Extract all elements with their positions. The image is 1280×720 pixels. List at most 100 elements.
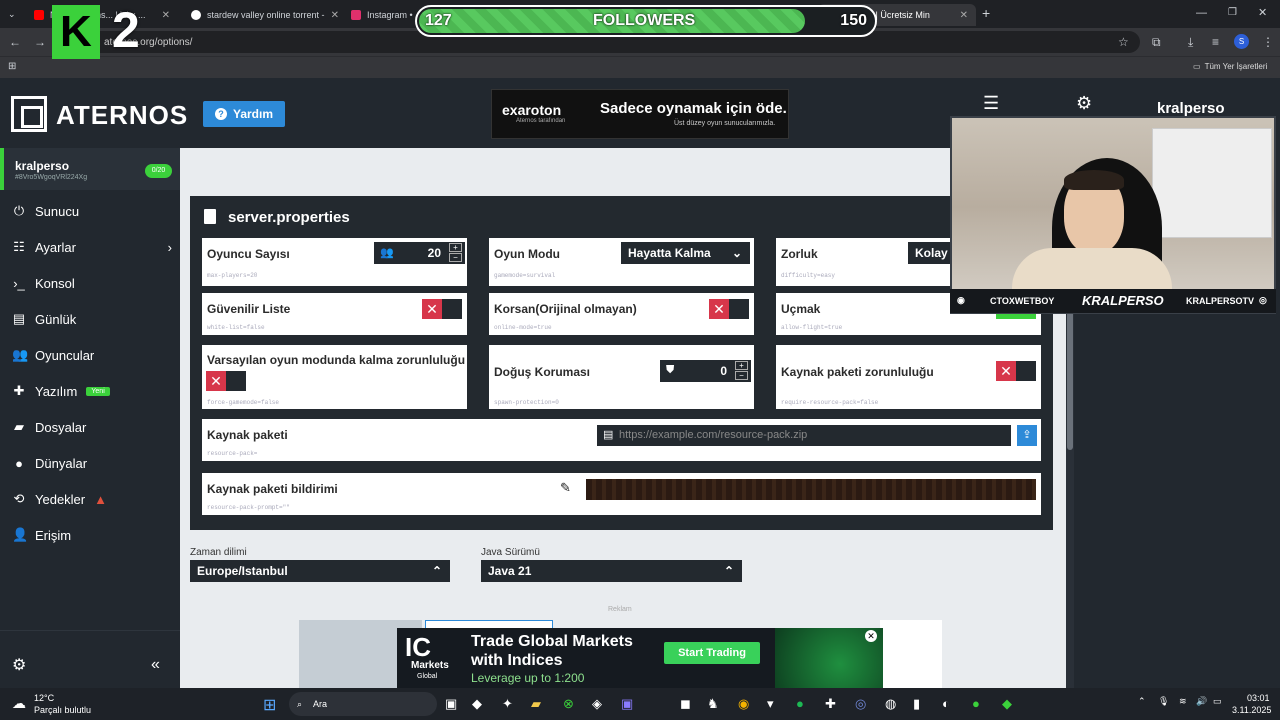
close-icon[interactable]: ✕ <box>960 10 968 21</box>
puzzle-icon: ✚ <box>13 383 25 398</box>
scroll-thumb[interactable] <box>1067 310 1073 450</box>
header-username[interactable]: kralperso <box>1157 100 1225 117</box>
chrome-icon[interactable]: ◉ <box>738 696 749 712</box>
increment-button[interactable]: + <box>735 361 748 370</box>
sidebar-item-yazilim[interactable]: ✚ Yazılım Yeni <box>12 379 110 403</box>
file-explorer-icon[interactable]: ▰ <box>531 696 541 712</box>
file-icon: ▤ <box>603 429 614 441</box>
menu-icon[interactable]: ⋮ <box>1262 35 1274 49</box>
settings-gear-icon[interactable]: ⚙ <box>12 658 26 674</box>
weather-temp[interactable]: 12°C <box>34 693 54 703</box>
collapse-sidebar-icon[interactable]: « <box>151 657 160 673</box>
windows-start-icon[interactable]: ⊞ <box>263 695 276 715</box>
timezone-select[interactable]: Europe/Istanbul ⌃ <box>190 560 450 582</box>
premiere-icon[interactable]: ▣ <box>621 696 633 712</box>
mic-icon[interactable]: 🎙 <box>1158 696 1169 707</box>
bookmark-star-icon[interactable]: ☆ <box>1118 35 1129 49</box>
tab-instagram[interactable]: Instagram • M <box>343 4 415 26</box>
clock-date[interactable]: 3.11.2025 <box>1232 705 1271 715</box>
app-icon[interactable]: ✚ <box>825 696 836 712</box>
upload-button[interactable]: ⇪ <box>1017 425 1037 446</box>
sidebar-item-sunucu[interactable]: ⏻ Sunucu <box>12 199 79 223</box>
app-icon[interactable]: ◆ <box>1002 696 1012 712</box>
sidebar-item-konsol[interactable]: ›_ Konsol <box>12 271 75 295</box>
app-icon[interactable]: ● <box>972 696 980 711</box>
media-icon[interactable]: ≡ <box>1212 35 1219 49</box>
require-pack-toggle[interactable]: ✕ <box>996 361 1036 381</box>
close-icon[interactable]: ✕ <box>162 10 170 21</box>
app-icon[interactable]: ▾ <box>767 696 774 712</box>
sidebar-item-oyuncular[interactable]: 👥 Oyuncular <box>12 343 94 367</box>
gamemode-select[interactable]: Hayatta Kalma ⌄ <box>621 242 750 264</box>
online-mode-toggle[interactable]: ✕ <box>709 299 749 319</box>
minecraft-icon[interactable]: ◼ <box>680 696 691 712</box>
back-icon[interactable]: ← <box>9 35 21 49</box>
obs-icon[interactable]: ◍ <box>885 696 896 712</box>
resource-pack-input[interactable]: ▤ https://example.com/resource-pack.zip <box>597 425 1011 446</box>
app-icon[interactable]: ◈ <box>592 696 602 712</box>
sidebar-item-ayarlar[interactable]: ☷ Ayarlar › <box>12 235 172 259</box>
close-icon[interactable]: ✕ <box>331 10 339 21</box>
app-icon[interactable]: ♞ <box>707 696 719 712</box>
sidebar-item-dunyalar[interactable]: ● Dünyalar <box>12 451 87 475</box>
copilot-icon[interactable]: ✦ <box>502 696 513 712</box>
tab-list-icon[interactable]: ⌄ <box>8 7 16 21</box>
wifi-icon[interactable]: ≋ <box>1179 696 1187 707</box>
volume-icon[interactable]: 🔊 <box>1196 696 1207 707</box>
profile-avatar[interactable]: S <box>1234 34 1249 49</box>
weather-desc[interactable]: Parçalı bulutlu <box>34 705 91 715</box>
exaroton-ad[interactable]: exaroton Aternos tarafından Sadece oynam… <box>491 89 789 139</box>
new-tab-icon[interactable]: + <box>982 6 990 20</box>
decrement-button[interactable]: − <box>449 253 462 262</box>
globe-icon: ● <box>15 455 23 471</box>
sidebar-item-erisim[interactable]: 👤 Erişim <box>12 523 71 547</box>
taskbar-search[interactable]: ⌕ Ara <box>289 692 437 716</box>
setting-label: Varsayılan oyun modunda kalma zorunluluğ… <box>207 353 466 367</box>
servers-icon[interactable]: ☰ <box>983 94 999 112</box>
account-id: #8Vro5WgoqVRl224Xg <box>15 174 88 181</box>
xbox-icon[interactable]: ⊗ <box>563 696 574 712</box>
max-players-stepper[interactable]: 👥 20 + − <box>374 242 465 264</box>
brand-name[interactable]: ATERNOS <box>56 100 188 131</box>
setting-label: Kaynak paketi zorunluluğu <box>781 365 934 379</box>
discord-icon[interactable]: ◎ <box>855 696 866 712</box>
increment-button[interactable]: + <box>449 243 462 252</box>
battery-icon[interactable]: ▭ <box>1213 696 1222 707</box>
apps-icon[interactable]: ⊞ <box>8 60 16 74</box>
download-icon[interactable]: ⤓ <box>1188 35 1193 49</box>
close-window-icon[interactable]: ✕ <box>1258 6 1267 20</box>
task-view-icon[interactable]: ▣ <box>445 696 457 712</box>
user-settings-icon[interactable]: ⚙ <box>1076 94 1092 112</box>
start-trading-button[interactable]: Start Trading <box>664 642 760 664</box>
forward-icon[interactable]: → <box>34 35 46 49</box>
whitelist-toggle[interactable]: ✕ <box>422 299 462 319</box>
force-gamemode-toggle[interactable]: ✕ <box>206 371 246 391</box>
steam-icon[interactable]: ◐ <box>942 696 950 711</box>
sidebar-item-dosyalar[interactable]: ▰ Dosyalar <box>12 415 86 439</box>
stepper-value: 0 <box>720 364 727 378</box>
decrement-button[interactable]: − <box>735 371 748 380</box>
ic-markets-ad[interactable]: IC Markets Global Trade Global Markets w… <box>397 628 883 688</box>
spotify-icon[interactable]: ● <box>796 696 804 711</box>
clock-time[interactable]: 03:01 <box>1247 693 1270 703</box>
tab-stardew[interactable]: stardew valley online torrent - ✕ <box>183 4 341 26</box>
chevron-up-icon: ⌃ <box>431 564 442 578</box>
sidebar-item-gunluk[interactable]: ▤ Günlük <box>12 307 76 331</box>
java-select[interactable]: Java 21 ⌃ <box>481 560 742 582</box>
restore-icon[interactable]: ❐ <box>1228 6 1237 20</box>
sidebar-item-yedekler[interactable]: ⟲ Yedekler ▲ <box>12 487 107 511</box>
tray-chevron-icon[interactable]: ⌃ <box>1138 696 1146 707</box>
max-players-card: Oyuncu Sayısı 👥 20 + − max-players=20 <box>202 238 467 286</box>
aternos-logo-icon[interactable] <box>11 96 47 132</box>
pencil-icon[interactable]: ✎ <box>560 480 571 496</box>
app-icon[interactable]: ▮ <box>913 696 920 712</box>
ad-close-icon[interactable]: ✕ <box>865 630 877 642</box>
minimize-icon[interactable]: — <box>1196 6 1207 20</box>
spawn-protection-stepper[interactable]: ⛊ 0 + − <box>660 360 751 382</box>
account-box[interactable]: kralperso #8Vro5WgoqVRl224Xg 0/20 <box>0 148 180 190</box>
prompt-editor[interactable] <box>586 479 1036 500</box>
all-bookmarks[interactable]: ▭ Tüm Yer İşaretleri <box>1193 62 1267 71</box>
help-button[interactable]: ? Yardım <box>203 101 285 127</box>
app-icon[interactable]: ◆ <box>472 696 482 712</box>
extensions-icon[interactable]: ⧉ <box>1152 35 1161 49</box>
